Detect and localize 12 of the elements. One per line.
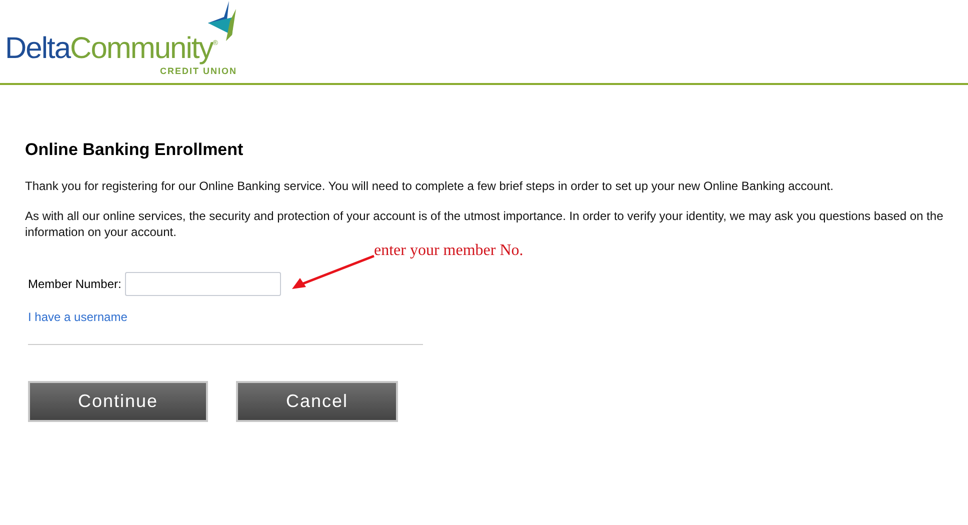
member-number-label: Member Number: xyxy=(28,277,122,291)
annotation-text: enter your member No. xyxy=(374,242,524,260)
page-heading: Online Banking Enrollment xyxy=(25,140,244,160)
intro-paragraph: Thank you for registering for our Online Banking service. You will need to complete a few brief steps in order to set up your new Online Banking account. xyxy=(25,178,834,194)
form-button[interactable]: Cancel xyxy=(236,381,398,422)
member-number-field[interactable] xyxy=(125,272,282,296)
logo-name-second: Community xyxy=(70,32,213,66)
intro-paragraph: As with all our online services, the security and protection of your account is of the utmost importance. In order to verify your identity, we may ask you questions based on the information on your account. xyxy=(25,208,944,240)
logo-tagline: CREDIT UNION xyxy=(160,66,237,76)
form-button[interactable]: Continue xyxy=(28,381,208,422)
username-link[interactable]: I have a username xyxy=(28,310,128,324)
logo-name-first: Delta xyxy=(5,32,70,66)
